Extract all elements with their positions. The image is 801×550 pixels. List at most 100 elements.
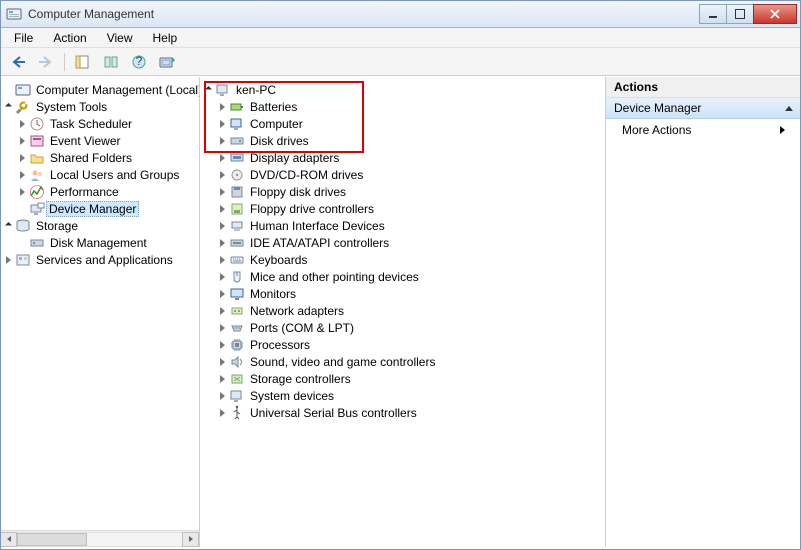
expander-icon[interactable] <box>216 237 228 249</box>
tree-label: Display adapters <box>249 151 340 165</box>
tree-storage[interactable]: Storage <box>0 217 199 234</box>
expander-icon[interactable] <box>216 322 228 334</box>
tree-label: Network adapters <box>249 304 345 318</box>
expander-icon[interactable] <box>216 407 228 419</box>
expander-icon[interactable] <box>2 254 14 266</box>
expander-icon[interactable] <box>202 84 214 96</box>
device-floppy-controllers[interactable]: Floppy drive controllers <box>200 200 605 217</box>
device-processors[interactable]: Processors <box>200 336 605 353</box>
menu-action[interactable]: Action <box>45 29 94 47</box>
dvd-icon <box>229 167 245 183</box>
menu-view[interactable]: View <box>99 29 141 47</box>
device-root[interactable]: ken-PC <box>200 81 605 98</box>
minimize-button[interactable] <box>699 4 727 24</box>
device-computer[interactable]: Computer <box>200 115 605 132</box>
menu-help[interactable]: Help <box>145 29 186 47</box>
expander-icon[interactable] <box>216 254 228 266</box>
expander-icon[interactable] <box>216 305 228 317</box>
tree-system-tools[interactable]: System Tools <box>0 98 199 115</box>
scroll-right-button[interactable] <box>182 532 199 547</box>
tree-device-manager[interactable]: Device Manager <box>0 200 199 217</box>
device-storage-controllers[interactable]: Storage controllers <box>200 370 605 387</box>
tree-root-computer-management[interactable]: Computer Management (Local) <box>0 81 199 98</box>
show-hide-tree-button[interactable] <box>71 51 95 73</box>
nav-back-button[interactable] <box>6 51 30 73</box>
device-disk-drives[interactable]: Disk drives <box>200 132 605 149</box>
device-floppy-drives[interactable]: Floppy disk drives <box>200 183 605 200</box>
window-title: Computer Management <box>28 7 154 21</box>
tree-services-apps[interactable]: Services and Applications <box>0 251 199 268</box>
performance-icon <box>29 184 45 200</box>
expander-icon[interactable] <box>2 101 14 113</box>
tree-label: Keyboards <box>249 253 308 267</box>
tree-label: Processors <box>249 338 311 352</box>
tree-label: Local Users and Groups <box>49 168 180 182</box>
menu-file[interactable]: File <box>6 29 41 47</box>
scroll-left-button[interactable] <box>0 532 17 547</box>
device-display-adapters[interactable]: Display adapters <box>200 149 605 166</box>
expander-icon[interactable] <box>216 339 228 351</box>
pc-icon <box>229 116 245 132</box>
expander-icon[interactable] <box>216 271 228 283</box>
expander-icon[interactable] <box>16 186 28 198</box>
device-ide[interactable]: IDE ATA/ATAPI controllers <box>200 234 605 251</box>
nav-forward-button[interactable] <box>34 51 58 73</box>
clock-icon <box>29 116 45 132</box>
help-button[interactable]: ? <box>127 51 151 73</box>
expander-icon[interactable] <box>216 101 228 113</box>
expander-icon[interactable] <box>16 169 28 181</box>
monitor-icon <box>229 286 245 302</box>
tree-label: IDE ATA/ATAPI controllers <box>249 236 390 250</box>
device-hid[interactable]: Human Interface Devices <box>200 217 605 234</box>
expander-icon[interactable] <box>216 390 228 402</box>
device-mice[interactable]: Mice and other pointing devices <box>200 268 605 285</box>
expander-icon[interactable] <box>216 373 228 385</box>
device-keyboards[interactable]: Keyboards <box>200 251 605 268</box>
expander-icon[interactable] <box>16 152 28 164</box>
menubar: File Action View Help <box>0 28 801 48</box>
expander-icon[interactable] <box>216 118 228 130</box>
device-network[interactable]: Network adapters <box>200 302 605 319</box>
close-button[interactable] <box>753 4 797 24</box>
tree-event-viewer[interactable]: Event Viewer <box>0 132 199 149</box>
scroll-track[interactable] <box>17 532 182 547</box>
maximize-button[interactable] <box>726 4 754 24</box>
device-system-devices[interactable]: System devices <box>200 387 605 404</box>
scroll-thumb[interactable] <box>17 533 87 546</box>
tree-performance[interactable]: Performance <box>0 183 199 200</box>
device-sound[interactable]: Sound, video and game controllers <box>200 353 605 370</box>
more-actions-label: More Actions <box>622 123 691 137</box>
device-dvd[interactable]: DVD/CD-ROM drives <box>200 166 605 183</box>
expander-icon[interactable] <box>216 203 228 215</box>
properties-button[interactable] <box>99 51 123 73</box>
expander-icon[interactable] <box>216 220 228 232</box>
storage-icon <box>15 218 31 234</box>
tree-disk-management[interactable]: Disk Management <box>0 234 199 251</box>
app-icon <box>6 6 22 22</box>
expander-icon[interactable] <box>216 169 228 181</box>
services-icon <box>15 252 31 268</box>
expander-icon[interactable] <box>216 356 228 368</box>
expander-icon[interactable] <box>16 135 28 147</box>
tree-local-users[interactable]: Local Users and Groups <box>0 166 199 183</box>
expander-icon[interactable] <box>216 186 228 198</box>
scan-hardware-button[interactable] <box>155 51 179 73</box>
expander-icon[interactable] <box>216 288 228 300</box>
expander-icon[interactable] <box>16 118 28 130</box>
expander-icon[interactable] <box>216 135 228 147</box>
device-usb[interactable]: Universal Serial Bus controllers <box>200 404 605 421</box>
horizontal-scrollbar[interactable] <box>0 530 199 547</box>
device-monitors[interactable]: Monitors <box>200 285 605 302</box>
submenu-arrow-icon <box>780 126 785 134</box>
device-ports[interactable]: Ports (COM & LPT) <box>200 319 605 336</box>
tree-task-scheduler[interactable]: Task Scheduler <box>0 115 199 132</box>
expander-icon[interactable] <box>2 220 14 232</box>
device-batteries[interactable]: Batteries <box>200 98 605 115</box>
expander-icon[interactable] <box>216 152 228 164</box>
actions-section[interactable]: Device Manager <box>606 98 801 119</box>
more-actions-row[interactable]: More Actions <box>606 119 801 141</box>
tree-label: Batteries <box>249 100 298 114</box>
display-adapter-icon <box>229 150 245 166</box>
tree-shared-folders[interactable]: Shared Folders <box>0 149 199 166</box>
toolbar: ? <box>0 48 801 76</box>
